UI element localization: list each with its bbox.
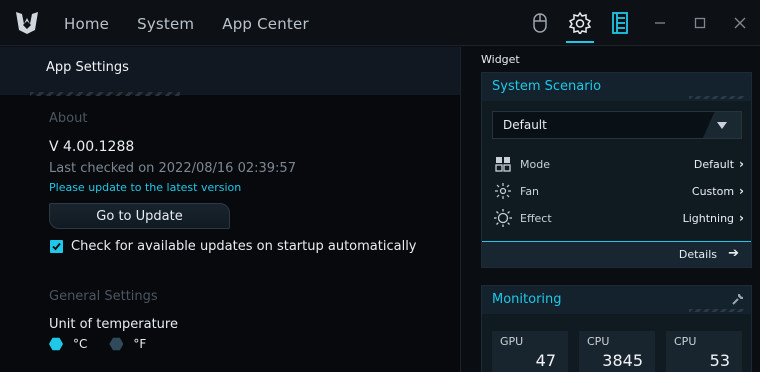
page-title: App Settings	[46, 60, 129, 75]
main-nav: Home System App Center	[64, 15, 309, 33]
mode-icon	[492, 154, 514, 174]
mode-label: Mode	[520, 157, 550, 171]
scenario-selected-value: Default	[503, 118, 547, 132]
fan-icon	[492, 181, 514, 201]
system-scenario-card: System Scenario Default Mode Default › F…	[481, 72, 752, 268]
monitor-tile-gpu: GPU 47	[492, 331, 568, 372]
monitor-tile-label: CPU	[674, 335, 697, 348]
go-to-update-button[interactable]: Go to Update	[49, 203, 230, 229]
system-scenario-title: System Scenario	[492, 79, 602, 94]
chevron-right-icon: ›	[739, 184, 744, 198]
card-hatch-decoration	[689, 309, 745, 312]
monitoring-card: Monitoring GPU 47 CPU 3845 CPU 53	[481, 285, 752, 372]
fan-value: Custom	[691, 184, 735, 198]
nav-app-center[interactable]: App Center	[222, 15, 309, 33]
chevron-down-icon[interactable]	[703, 112, 741, 138]
widget-label: Widget	[481, 53, 520, 66]
system-scenario-header: System Scenario	[482, 73, 751, 101]
monitoring-title: Monitoring	[492, 292, 562, 307]
chevron-right-icon: ›	[739, 211, 744, 225]
fahrenheit-radio[interactable]	[109, 337, 124, 351]
monitoring-header: Monitoring	[482, 286, 751, 314]
arrow-right-icon: ➔	[728, 246, 739, 261]
about-heading: About	[49, 111, 88, 126]
monitor-tile-cpu-clock: CPU 3845	[579, 331, 655, 372]
celsius-label: °C	[73, 337, 88, 351]
general-settings-heading: General Settings	[49, 289, 158, 304]
chevron-right-icon: ›	[739, 157, 744, 171]
scenario-row-mode[interactable]: Mode Default ›	[492, 154, 744, 174]
header-hatch-decoration	[30, 92, 180, 96]
predator-logo-icon	[14, 10, 40, 36]
nav-system[interactable]: System	[137, 15, 194, 33]
last-checked-text: Last checked on 2022/08/16 02:39:57	[49, 161, 296, 176]
monitor-tile-label: GPU	[500, 335, 524, 348]
monitor-tile-cpu-temp: CPU 53	[666, 331, 742, 372]
temperature-unit-radios: °C °F	[49, 337, 158, 351]
version-text: V 4.00.1288	[49, 139, 135, 155]
minimize-icon[interactable]	[640, 0, 680, 46]
wrench-icon[interactable]	[731, 291, 745, 310]
monitor-tile-value: 3845	[602, 351, 643, 370]
top-icons	[520, 0, 760, 46]
fahrenheit-label: °F	[133, 337, 147, 351]
effect-icon	[492, 208, 514, 228]
app-settings-panel: App Settings About V 4.00.1288 Last chec…	[0, 47, 460, 372]
top-bar: Home System App Center	[0, 0, 760, 46]
monitor-tile-value: 53	[709, 351, 730, 370]
auto-check-label: Check for available updates on startup a…	[71, 239, 417, 254]
app-settings-header: App Settings	[0, 47, 460, 96]
effect-value: Lightning	[682, 211, 735, 225]
close-icon[interactable]	[720, 0, 760, 46]
update-note-link[interactable]: Please update to the latest version	[49, 181, 241, 194]
card-hatch-decoration	[689, 96, 745, 99]
auto-check-row[interactable]: Check for available updates on startup a…	[50, 239, 417, 254]
maximize-icon[interactable]	[680, 0, 720, 46]
unit-of-temperature-label: Unit of temperature	[49, 317, 178, 332]
widget-panel: Widget System Scenario Default Mode Defa…	[460, 47, 760, 372]
widget-panel-icon[interactable]	[600, 0, 640, 46]
mode-value: Default	[693, 157, 735, 171]
nav-home[interactable]: Home	[64, 15, 109, 33]
celsius-radio[interactable]	[49, 337, 63, 351]
effect-label: Effect	[520, 211, 552, 225]
mouse-icon[interactable]	[520, 0, 560, 46]
auto-check-checkbox[interactable]	[50, 240, 63, 253]
scenario-dropdown[interactable]: Default	[492, 111, 742, 139]
monitor-tile-value: 47	[535, 351, 556, 370]
settings-gear-icon[interactable]	[560, 0, 600, 46]
details-button[interactable]: Details ➔	[482, 241, 751, 267]
fan-label: Fan	[520, 184, 540, 198]
monitor-tile-label: CPU	[587, 335, 610, 348]
details-label: Details	[678, 248, 717, 261]
scenario-row-effect[interactable]: Effect Lightning ›	[492, 208, 744, 228]
scenario-row-fan[interactable]: Fan Custom ›	[492, 181, 744, 201]
